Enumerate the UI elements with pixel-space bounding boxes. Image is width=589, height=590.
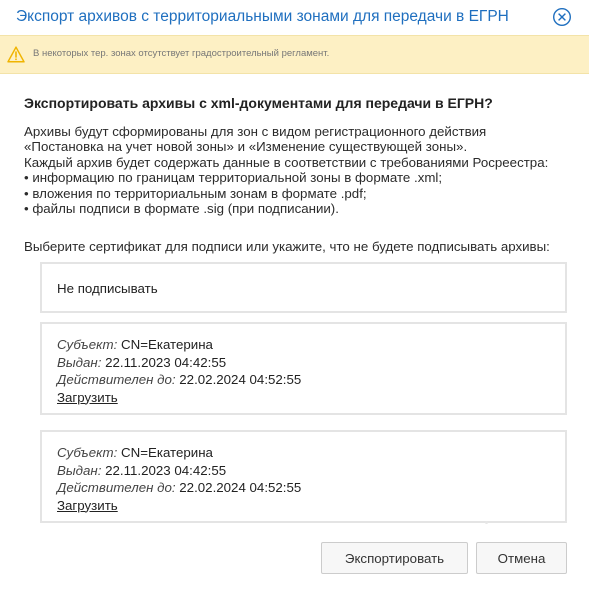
- subject-value: CN=Екатерина: [117, 337, 213, 352]
- subject-label: Субъект:: [57, 337, 118, 352]
- confirm-heading: Экспортировать архивы с xml-документами …: [24, 95, 493, 111]
- subject-value: CN=Екатерина: [117, 445, 213, 460]
- export-button[interactable]: Экспортировать: [321, 542, 468, 574]
- valid-value: 22.02.2024 04:52:55: [175, 480, 302, 495]
- description-bullet: • информацию по границам территориальной…: [24, 170, 443, 186]
- description-line: Архивы будут сформированы для зон с видо…: [24, 124, 487, 139]
- certificate-subject: Субъект: CN=Екатерина: [57, 336, 301, 354]
- description-line: «Постановка на учет новой зоны» и «Измен…: [24, 139, 468, 155]
- download-certificate-link[interactable]: Загрузить: [57, 390, 118, 405]
- warning-triangle-icon: [7, 46, 25, 63]
- valid-label: Действителен до:: [57, 480, 176, 495]
- issued-value: 22.11.2023 04:42:55: [101, 462, 227, 478]
- dialog-titlebar: Экспорт архивов с территориальными зонам…: [0, 0, 589, 34]
- description-bullet: • вложения по территориальным зонам в фо…: [24, 185, 367, 201]
- description: Архивы будут сформированы для зон с видо…: [24, 124, 574, 216]
- scroll-indicator: [485, 521, 488, 524]
- close-circle-icon: [552, 7, 572, 27]
- issued-value: 22.11.2023 04:42:55: [101, 354, 227, 370]
- certificate-issued: Выдан: 22.11.2023 04:42:55: [57, 462, 301, 480]
- certificate-details: Субъект: CN=Екатерина Выдан: 22.11.2023 …: [57, 336, 301, 406]
- certificate-option[interactable]: Субъект: CN=Екатерина Выдан: 22.11.2023 …: [40, 430, 567, 523]
- certificate-issued: Выдан: 22.11.2023 04:42:55: [57, 354, 301, 372]
- close-button[interactable]: [552, 7, 572, 27]
- description-bullet: • файлы подписи в формате .sig (при подп…: [24, 201, 339, 217]
- certificate-details: Субъект: CN=Екатерина Выдан: 22.11.2023 …: [57, 444, 301, 514]
- valid-label: Действителен до:: [57, 372, 176, 387]
- description-line: Каждый архив будет содержать данные в со…: [24, 154, 549, 170]
- subject-label: Субъект:: [57, 445, 118, 460]
- warning-banner: В некоторых тер. зонах отсутствует градо…: [0, 35, 589, 74]
- valid-value: 22.02.2024 04:52:55: [175, 372, 302, 387]
- certificate-valid-until: Действителен до: 22.02.2024 04:52:55: [57, 371, 301, 389]
- certificate-subject: Субъект: CN=Екатерина: [57, 444, 301, 462]
- certificate-prompt: Выберите сертификат для подписи или укаж…: [24, 239, 550, 254]
- option-no-sign[interactable]: Не подписывать: [40, 262, 567, 313]
- certificate-option[interactable]: Субъект: CN=Екатерина Выдан: 22.11.2023 …: [40, 322, 567, 415]
- dialog-title: Экспорт архивов с территориальными зонам…: [16, 8, 509, 25]
- cancel-button[interactable]: Отмена: [476, 542, 567, 574]
- warning-text: В некоторых тер. зонах отсутствует градо…: [33, 48, 330, 59]
- issued-label: Выдан:: [57, 462, 102, 478]
- download-certificate-link[interactable]: Загрузить: [57, 498, 118, 513]
- issued-label: Выдан:: [57, 354, 102, 370]
- certificate-valid-until: Действителен до: 22.02.2024 04:52:55: [57, 479, 301, 497]
- export-dialog: Экспорт архивов с территориальными зонам…: [0, 0, 589, 590]
- option-no-sign-label: Не подписывать: [57, 281, 158, 296]
